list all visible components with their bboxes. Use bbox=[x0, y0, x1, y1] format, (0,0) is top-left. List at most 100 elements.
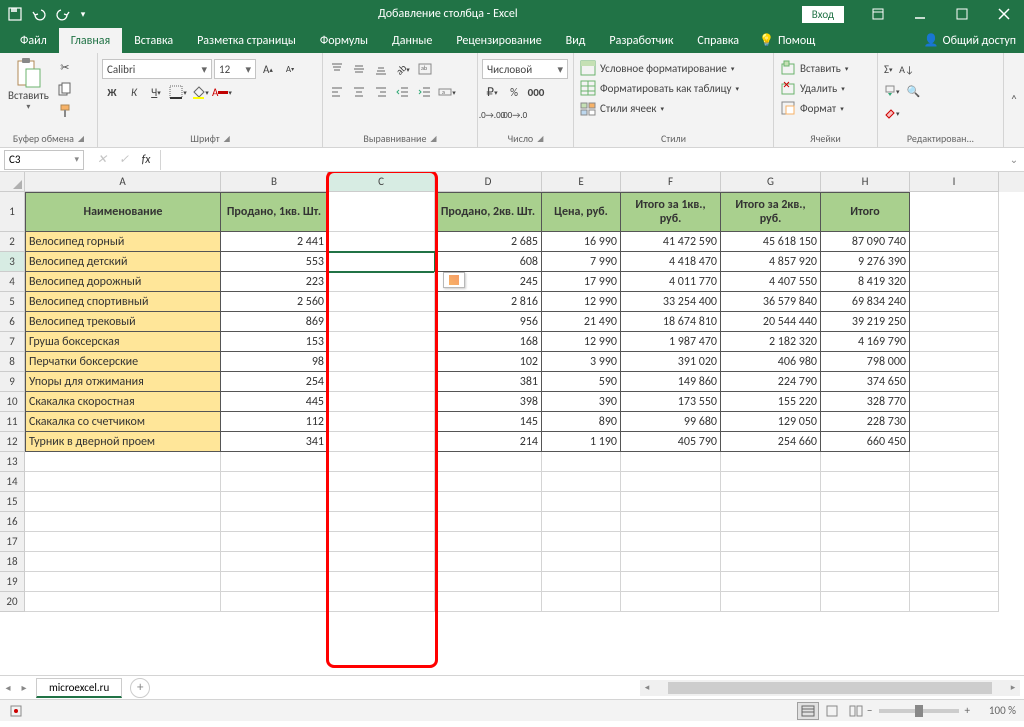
empty-cell[interactable] bbox=[328, 512, 435, 532]
empty-cell[interactable] bbox=[821, 552, 910, 572]
header-cell[interactable]: Цена, руб. bbox=[542, 192, 621, 232]
empty-cell[interactable] bbox=[328, 492, 435, 512]
horizontal-scrollbar[interactable]: ◂▸ bbox=[640, 680, 1020, 696]
tell-me-button[interactable]: 💡Помощ bbox=[751, 28, 823, 53]
data-cell[interactable]: 39 219 250 bbox=[821, 312, 910, 332]
empty-cell[interactable] bbox=[25, 552, 221, 572]
empty-cell[interactable] bbox=[328, 592, 435, 612]
dialog-launcher-icon[interactable]: ◢ bbox=[224, 134, 230, 144]
empty-cell[interactable] bbox=[328, 572, 435, 592]
column-header[interactable]: H bbox=[821, 172, 910, 192]
increase-indent-button[interactable] bbox=[415, 82, 435, 102]
empty-cell[interactable] bbox=[25, 512, 221, 532]
data-cell[interactable]: 890 bbox=[542, 412, 621, 432]
redo-button[interactable] bbox=[52, 3, 74, 25]
row-header[interactable]: 11 bbox=[0, 412, 25, 432]
empty-cell[interactable] bbox=[25, 452, 221, 472]
cut-button[interactable]: ✂ bbox=[55, 57, 75, 77]
tab-developer[interactable]: Разработчик bbox=[597, 28, 685, 53]
tab-page-layout[interactable]: Разметка страницы bbox=[185, 28, 308, 53]
empty-cell[interactable] bbox=[542, 472, 621, 492]
data-cell[interactable]: 16 990 bbox=[542, 232, 621, 252]
sheet-tab[interactable]: microexcel.ru bbox=[36, 678, 122, 698]
data-cell[interactable]: 2 441 bbox=[221, 232, 328, 252]
empty-cell[interactable] bbox=[621, 592, 721, 612]
data-cell[interactable]: 254 660 bbox=[721, 432, 821, 452]
italic-button[interactable]: К bbox=[124, 82, 144, 102]
data-cell[interactable]: 4 407 550 bbox=[721, 272, 821, 292]
empty-cell[interactable] bbox=[821, 452, 910, 472]
data-cell[interactable]: 145 bbox=[435, 412, 542, 432]
data-cell[interactable] bbox=[328, 432, 435, 452]
empty-cell[interactable] bbox=[821, 592, 910, 612]
tab-data[interactable]: Данные bbox=[380, 28, 444, 53]
data-cell[interactable]: 149 860 bbox=[621, 372, 721, 392]
row-header[interactable]: 12 bbox=[0, 432, 25, 452]
format-painter-button[interactable] bbox=[55, 101, 75, 121]
merge-center-button[interactable]: a▾ bbox=[437, 82, 457, 102]
data-cell[interactable]: 254 bbox=[221, 372, 328, 392]
zoom-slider[interactable] bbox=[879, 709, 959, 713]
name-cell[interactable]: Турник в дверной проем bbox=[25, 432, 221, 452]
zoom-level-label[interactable]: 100 % bbox=[976, 704, 1016, 717]
empty-cell[interactable] bbox=[435, 492, 542, 512]
empty-cell[interactable] bbox=[721, 452, 821, 472]
row-header[interactable]: 15 bbox=[0, 492, 25, 512]
cells-area[interactable]: НаименованиеПродано, 1кв. Шт.Продано, 2к… bbox=[25, 192, 1024, 675]
empty-cell[interactable] bbox=[25, 492, 221, 512]
data-cell[interactable] bbox=[910, 432, 999, 452]
data-cell[interactable]: 12 990 bbox=[542, 292, 621, 312]
name-cell[interactable]: Скакалка со счетчиком bbox=[25, 412, 221, 432]
empty-cell[interactable] bbox=[621, 472, 721, 492]
empty-cell[interactable] bbox=[328, 452, 435, 472]
header-cell[interactable] bbox=[328, 192, 435, 232]
name-cell[interactable]: Велосипед дорожный bbox=[25, 272, 221, 292]
data-cell[interactable]: 3 990 bbox=[542, 352, 621, 372]
empty-cell[interactable] bbox=[542, 512, 621, 532]
empty-cell[interactable] bbox=[328, 552, 435, 572]
data-cell[interactable] bbox=[328, 372, 435, 392]
header-cell[interactable]: Итого за 1кв., руб. bbox=[621, 192, 721, 232]
record-macro-icon[interactable] bbox=[8, 703, 24, 719]
data-cell[interactable]: 21 490 bbox=[542, 312, 621, 332]
formula-input[interactable] bbox=[161, 150, 1004, 170]
maximize-button[interactable] bbox=[942, 0, 982, 28]
data-cell[interactable] bbox=[328, 332, 435, 352]
empty-cell[interactable] bbox=[542, 592, 621, 612]
empty-cell[interactable] bbox=[542, 452, 621, 472]
data-cell[interactable]: 45 618 150 bbox=[721, 232, 821, 252]
decrease-indent-button[interactable] bbox=[393, 82, 413, 102]
row-header[interactable]: 1 bbox=[0, 192, 25, 232]
undo-button[interactable] bbox=[28, 3, 50, 25]
data-cell[interactable] bbox=[910, 392, 999, 412]
row-header[interactable]: 6 bbox=[0, 312, 25, 332]
data-cell[interactable]: 4 418 470 bbox=[621, 252, 721, 272]
empty-cell[interactable] bbox=[721, 492, 821, 512]
sheet-nav-prev-button[interactable]: ◂ bbox=[0, 681, 16, 694]
name-cell[interactable]: Велосипед спортивный bbox=[25, 292, 221, 312]
data-cell[interactable]: 168 bbox=[435, 332, 542, 352]
data-cell[interactable]: 7 990 bbox=[542, 252, 621, 272]
empty-cell[interactable] bbox=[435, 552, 542, 572]
data-cell[interactable]: 33 254 400 bbox=[621, 292, 721, 312]
font-color-button[interactable]: A▾ bbox=[212, 82, 232, 102]
percent-button[interactable]: % bbox=[504, 82, 524, 102]
empty-cell[interactable] bbox=[221, 552, 328, 572]
format-as-table-button[interactable]: Форматировать как таблицу▾ bbox=[578, 79, 741, 97]
bold-button[interactable]: Ж bbox=[102, 82, 122, 102]
data-cell[interactable]: 798 000 bbox=[821, 352, 910, 372]
empty-cell[interactable] bbox=[435, 472, 542, 492]
column-header[interactable]: F bbox=[621, 172, 721, 192]
sign-in-button[interactable]: Вход bbox=[802, 6, 844, 23]
row-header[interactable]: 2 bbox=[0, 232, 25, 252]
qat-customize-button[interactable]: ▾ bbox=[76, 3, 90, 25]
empty-cell[interactable] bbox=[721, 592, 821, 612]
conditional-formatting-button[interactable]: Условное форматирование▾ bbox=[578, 59, 736, 77]
cancel-edit-button[interactable]: ✕ bbox=[92, 152, 112, 167]
new-sheet-button[interactable]: + bbox=[130, 678, 150, 698]
tab-home[interactable]: Главная bbox=[59, 28, 122, 53]
fill-color-button[interactable]: ▾ bbox=[190, 82, 210, 102]
zoom-out-button[interactable]: − bbox=[867, 704, 872, 717]
dialog-launcher-icon[interactable]: ◢ bbox=[430, 134, 436, 144]
row-header[interactable]: 19 bbox=[0, 572, 25, 592]
